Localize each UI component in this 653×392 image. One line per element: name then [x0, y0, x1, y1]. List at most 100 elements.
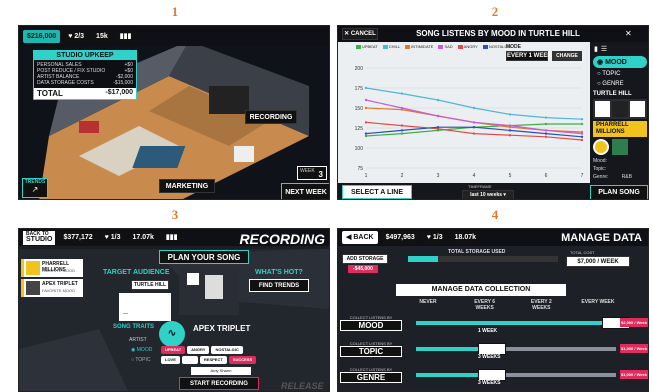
recording-room-button[interactable]: RECORDING — [245, 110, 297, 124]
week-display: WEEK 3 — [297, 166, 327, 180]
panel-number-3: 3 — [171, 207, 179, 222]
topic-option[interactable]: RESPECT — [199, 356, 227, 364]
songwriter-field[interactable]: Amy Sharm — [191, 367, 251, 375]
row-cost: $1,000 / Week — [620, 370, 648, 379]
plan-song-button[interactable]: PLAN SONG — [590, 185, 648, 199]
data-point — [580, 118, 584, 121]
collection-row: COLLECT LISTENS BY GENRE 3 WEEKS $1,000 / W… — [338, 365, 648, 389]
filter-topic-option[interactable]: ○ TOPIC — [593, 70, 647, 78]
marketing-room-button[interactable]: MARKETING — [159, 179, 215, 193]
data-point — [436, 126, 440, 129]
artist-label: ARTIST — [129, 337, 147, 343]
filter-mood-option[interactable]: ◉ MOOD — [593, 56, 647, 68]
legend-item[interactable]: SAD — [438, 44, 453, 49]
data-point — [436, 114, 440, 118]
artist-card-line: FAVORITE MOOD — [42, 288, 76, 293]
followers-display: 17.07k — [128, 231, 158, 244]
studio-panel: $216,000 ♥ 2/3 15k ▮▮▮ STUDIO UPKEEP PER… — [18, 25, 330, 200]
y-tick-label: 150 — [355, 106, 364, 112]
region-select[interactable]: TURTLE HILL — [131, 280, 169, 290]
filter-genre-option[interactable]: ○ GENRE — [593, 80, 647, 88]
start-recording-button[interactable]: START RECORDING — [179, 377, 259, 390]
data-point — [400, 129, 404, 132]
mood-option[interactable]: UPBEAT — [161, 346, 186, 354]
panel-number-1: 1 — [171, 4, 179, 19]
booth-item — [187, 273, 199, 285]
mood-option[interactable]: ANGRY — [187, 346, 210, 354]
recording-title: RECORDING — [239, 231, 325, 247]
trends-button[interactable]: TRENDS ↗ — [22, 178, 48, 198]
target-audience-label: TARGET AUDIENCE — [103, 269, 170, 276]
data-point — [472, 132, 476, 135]
artist-card[interactable]: APEX TRIPLET FAVORITE MOOD — [21, 279, 83, 297]
stats-icon[interactable]: ▮▮▮ — [161, 231, 182, 244]
legend-item[interactable]: CHILL — [382, 44, 400, 49]
stats-icon[interactable]: ▮▮▮ — [115, 29, 136, 43]
add-storage-button[interactable]: ADD STORAGE — [342, 254, 388, 264]
legend-label: INTIMIDATE — [411, 44, 434, 49]
region-thumb[interactable] — [629, 101, 645, 117]
audience-info-card: — — [119, 293, 171, 321]
plan-song-title: PLAN YOUR SONG — [159, 250, 249, 264]
frequency-slider[interactable] — [416, 317, 630, 329]
frequency-slider[interactable] — [416, 369, 616, 381]
series-line-chill — [365, 87, 583, 120]
cancel-button[interactable]: ✕ CANCEL — [342, 28, 378, 40]
artist-card[interactable]: PHARRELL MILLIONS — [593, 121, 647, 137]
interval-select[interactable]: EVERY 1 WEEK — [506, 51, 552, 61]
y-tick-label: 175 — [355, 86, 364, 92]
waveform-glyph: ∿ — [167, 328, 177, 339]
legend-item[interactable]: ANGRY — [457, 44, 478, 49]
legend-swatch — [382, 44, 388, 49]
mood-option[interactable]: NOSTALGIC — [211, 346, 243, 354]
close-icon[interactable]: ✕ — [625, 29, 632, 38]
x-tick-label: 3 — [437, 173, 440, 179]
topic-option[interactable] — [181, 356, 198, 364]
data-point — [364, 86, 368, 90]
timeframe-label: TIMEFRAME — [468, 184, 492, 189]
frequency-slider[interactable] — [416, 343, 616, 355]
topic-option[interactable]: LOVE — [161, 356, 180, 364]
change-button[interactable]: CHANGE — [552, 51, 582, 61]
list-icon[interactable]: ☰ — [601, 45, 607, 53]
artist-card-name: APEX TRIPLET — [42, 281, 78, 287]
topic-option[interactable]: SUCCESS — [228, 356, 257, 364]
artist-details: Mood: Topic: Genre: R&B — [593, 157, 647, 181]
chart-legend: UPBEAT CHILL INTIMIDATE SAD ANGRY NOSTALGIC — [356, 44, 512, 49]
filter-sidebar: ▮ ☰ ◉ MOOD ○ TOPIC ○ GENRE TURTLE HILL P… — [590, 42, 648, 199]
data-point — [400, 132, 404, 135]
back-to-studio-button[interactable]: BACK TO STUDIO — [23, 230, 56, 245]
upkeep-row: DATA STORAGE COSTS -$15,000 — [37, 80, 133, 86]
collection-row: COLLECT LISTENS BY MOOD 1 WEEK $2,000 / Wee… — [338, 313, 648, 337]
select-line-button[interactable]: SELECT A LINE — [342, 185, 412, 199]
region-thumbnails[interactable] — [593, 99, 647, 119]
find-trends-button[interactable]: FIND TRENDS — [249, 279, 309, 292]
counter-display: ♥ 1/3 — [100, 231, 125, 244]
release-label: RELEASE — [281, 381, 324, 391]
back-button[interactable]: ◀ BACK — [342, 231, 378, 244]
legend-item[interactable]: INTIMIDATE — [405, 44, 433, 49]
x-tick-label: 2 — [401, 173, 404, 179]
studio-upkeep-panel: STUDIO UPKEEP PERSONAL SALES +$0 POST RED… — [33, 50, 137, 100]
data-point — [544, 116, 548, 119]
artist-card[interactable]: PHARRELL MILLIONS FAVORITE MOOD — [21, 259, 83, 277]
counter-display: ♥ 2/3 — [64, 29, 89, 43]
data-point — [580, 122, 584, 126]
screenshot-grid: 1 2 3 4 $216,000 ♥ 2/3 15k ▮▮▮ STUDIO UP… — [0, 0, 653, 392]
slider-fill — [416, 321, 616, 325]
data-point — [580, 135, 584, 138]
bar-chart-icon[interactable]: ▮ — [594, 45, 598, 53]
money-display: $216,000 — [23, 29, 61, 43]
artist-card-line: FAVORITE MOOD — [42, 268, 76, 273]
mood-row-label: ◉ MOOD — [131, 347, 153, 353]
artist-name-2: MILLIONS — [596, 129, 625, 135]
avatar[interactable] — [593, 139, 609, 155]
next-week-button[interactable]: NEXT WEEK — [281, 183, 329, 199]
region-thumb[interactable] — [612, 101, 628, 117]
timeframe-select[interactable]: last 10 weeks ▾ — [462, 190, 514, 199]
avatar[interactable] — [612, 139, 628, 155]
x-tick-label: 4 — [473, 173, 476, 179]
region-thumb[interactable] — [595, 101, 611, 117]
total-cost-value: $7,000 / WEEK — [566, 256, 630, 267]
legend-item[interactable]: UPBEAT — [356, 44, 378, 49]
